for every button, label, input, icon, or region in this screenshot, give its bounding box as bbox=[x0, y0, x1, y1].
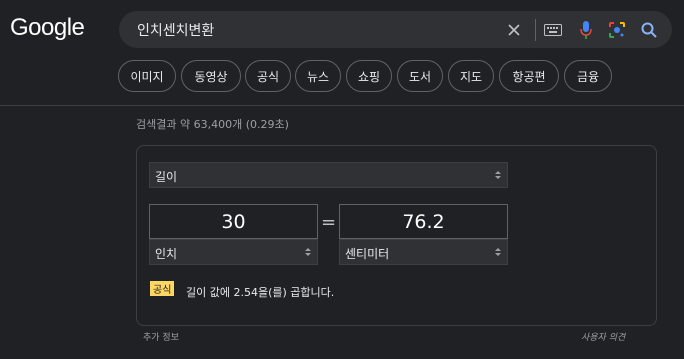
to-value-input[interactable]: 76.2 bbox=[339, 204, 508, 239]
search-icon[interactable] bbox=[639, 20, 659, 40]
chip-news[interactable]: 뉴스 bbox=[295, 60, 341, 92]
clear-icon[interactable] bbox=[504, 20, 524, 40]
search-input[interactable]: 인치센치변환 bbox=[137, 20, 214, 40]
from-value-input[interactable]: 30 bbox=[149, 204, 318, 239]
category-select[interactable]: 길이 bbox=[149, 162, 508, 188]
result-stats: 검색결과 약 63,400개 (0.29초) bbox=[136, 118, 289, 131]
formula-badge: 공식 bbox=[150, 281, 175, 296]
from-unit-select[interactable]: 인치 bbox=[149, 239, 318, 265]
to-value: 76.2 bbox=[402, 210, 445, 233]
feedback-link[interactable]: 사용자 의견 bbox=[581, 330, 625, 343]
chip-images[interactable]: 이미지 bbox=[118, 60, 176, 92]
search-divider bbox=[535, 19, 536, 41]
chip-formula[interactable]: 공식 bbox=[245, 60, 291, 92]
chip-books[interactable]: 도서 bbox=[397, 60, 443, 92]
updown-icon bbox=[305, 248, 311, 256]
google-logo[interactable]: Google bbox=[10, 14, 85, 42]
formula-text: 길이 값에 2.54을(를) 곱합니다. bbox=[186, 286, 335, 299]
keyboard-icon[interactable] bbox=[543, 20, 563, 40]
from-value: 30 bbox=[221, 210, 246, 233]
chip-videos[interactable]: 동영상 bbox=[181, 60, 241, 92]
updown-icon bbox=[495, 248, 501, 256]
from-unit-label: 인치 bbox=[155, 247, 178, 261]
lens-icon[interactable] bbox=[607, 20, 627, 40]
header-divider bbox=[0, 105, 684, 106]
updown-icon bbox=[495, 171, 501, 179]
to-unit-select[interactable]: 센티미터 bbox=[339, 239, 508, 265]
equals-sign: = bbox=[321, 212, 337, 233]
more-info-link[interactable]: 추가 정보 bbox=[143, 330, 179, 343]
category-label: 길이 bbox=[155, 170, 178, 184]
search-box[interactable]: 인치센치변환 bbox=[119, 11, 672, 48]
microphone-icon[interactable] bbox=[576, 20, 596, 40]
chip-maps[interactable]: 지도 bbox=[448, 60, 494, 92]
to-unit-label: 센티미터 bbox=[345, 247, 390, 261]
chip-finance[interactable]: 금융 bbox=[564, 60, 612, 92]
chip-shopping[interactable]: 쇼핑 bbox=[346, 60, 392, 92]
chip-flights[interactable]: 항공편 bbox=[499, 60, 559, 92]
